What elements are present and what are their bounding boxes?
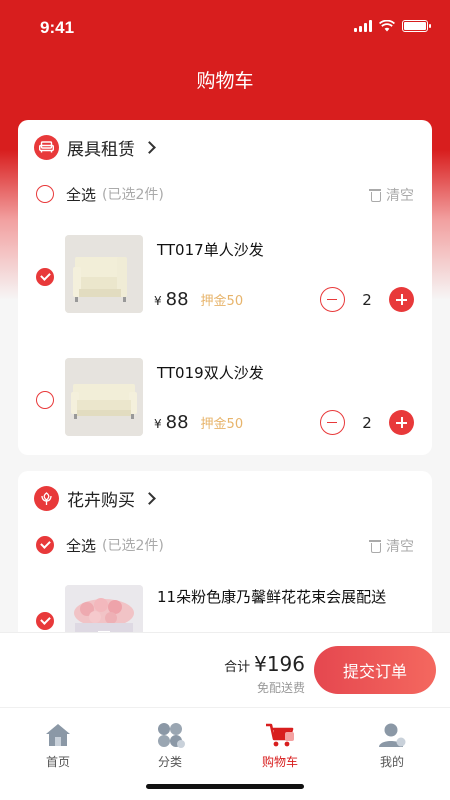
trash-icon bbox=[369, 539, 381, 553]
product-image[interactable] bbox=[65, 358, 143, 436]
order-total: 合计 ¥196 bbox=[224, 652, 305, 676]
select-all-checkbox[interactable] bbox=[36, 185, 54, 203]
plus-icon[interactable] bbox=[389, 410, 414, 435]
home-indicator bbox=[146, 784, 304, 789]
currency-symbol: ¥ bbox=[154, 294, 162, 308]
sofa-store-icon bbox=[34, 134, 59, 160]
total-value: ¥196 bbox=[254, 652, 305, 676]
tab-category[interactable]: 分类 bbox=[114, 722, 226, 770]
cart-item: TT019双人沙发 ¥ 88 押金50 2 bbox=[18, 358, 432, 455]
profile-icon bbox=[377, 722, 407, 748]
tab-profile[interactable]: 我的 bbox=[336, 722, 448, 770]
wifi-icon bbox=[379, 20, 395, 32]
store-card-flower-purchase: 花卉购买 全选 (已选2件) 清空 11朵粉色康乃馨鲜花花束会展配送 bbox=[18, 471, 432, 641]
status-bar: 9:41 bbox=[0, 0, 450, 60]
category-icon bbox=[155, 722, 185, 748]
clear-label: 清空 bbox=[386, 539, 414, 555]
minus-icon[interactable] bbox=[320, 410, 345, 435]
submit-order-button[interactable]: 提交订单 bbox=[314, 646, 436, 694]
price: ¥ 88 押金50 bbox=[154, 289, 243, 310]
selected-count: (已选2件) bbox=[102, 187, 164, 203]
signal-icon bbox=[354, 20, 372, 32]
select-all-checkbox[interactable] bbox=[36, 536, 54, 554]
tab-label: 分类 bbox=[157, 755, 182, 769]
price: ¥ 88 押金50 bbox=[154, 412, 243, 433]
shipping-note: 免配送费 bbox=[256, 681, 305, 695]
plus-icon[interactable] bbox=[389, 287, 414, 312]
select-all-label: 全选 bbox=[66, 185, 97, 204]
tab-label: 购物车 bbox=[261, 755, 298, 769]
cart-item: TT017单人沙发 ¥ 88 押金50 2 bbox=[18, 235, 432, 335]
select-all-row: 全选 (已选2件) 清空 bbox=[18, 174, 432, 214]
quantity-stepper: 2 bbox=[320, 287, 414, 312]
store-name: 展具租赁 bbox=[67, 139, 135, 160]
page-title: 购物车 bbox=[196, 70, 254, 92]
total-label: 合计 bbox=[224, 660, 251, 675]
currency-symbol: ¥ bbox=[154, 417, 162, 431]
product-name[interactable]: TT017单人沙发 bbox=[157, 239, 264, 260]
store-header[interactable]: 展具租赁 bbox=[18, 120, 432, 174]
quantity-value: 2 bbox=[362, 413, 372, 432]
clear-label: 清空 bbox=[386, 188, 414, 204]
clear-button[interactable]: 清空 bbox=[369, 536, 414, 556]
trash-icon bbox=[369, 188, 381, 202]
store-header[interactable]: 花卉购买 bbox=[18, 471, 432, 525]
flower-store-icon bbox=[34, 485, 59, 511]
home-icon bbox=[43, 722, 73, 748]
price-value: 88 bbox=[165, 289, 189, 310]
tab-label: 首页 bbox=[45, 755, 70, 769]
product-name[interactable]: 11朵粉色康乃馨鲜花花束会展配送 bbox=[157, 586, 386, 607]
store-card-exhibition-rental: 展具租赁 全选 (已选2件) 清空 TT017单人沙发 ¥ 88 押金50 2 … bbox=[18, 120, 432, 455]
status-icons bbox=[354, 20, 431, 32]
product-name[interactable]: TT019双人沙发 bbox=[157, 362, 264, 383]
chevron-right-icon bbox=[143, 491, 156, 505]
status-time: 9:41 bbox=[40, 18, 75, 37]
cart-icon bbox=[265, 722, 295, 748]
item-checkbox[interactable] bbox=[36, 391, 54, 409]
tab-home[interactable]: 首页 bbox=[2, 722, 114, 770]
clear-button[interactable]: 清空 bbox=[369, 185, 414, 205]
quantity-value: 2 bbox=[362, 290, 372, 309]
quantity-stepper: 2 bbox=[320, 410, 414, 435]
tab-label: 我的 bbox=[379, 755, 404, 769]
minus-icon[interactable] bbox=[320, 287, 345, 312]
deposit-label: 押金50 bbox=[200, 294, 244, 309]
select-all-row: 全选 (已选2件) 清空 bbox=[18, 525, 432, 565]
deposit-label: 押金50 bbox=[200, 417, 244, 432]
checkout-bar: 合计 ¥196 免配送费 提交订单 bbox=[0, 632, 450, 707]
tab-cart[interactable]: 购物车 bbox=[224, 722, 336, 770]
product-image[interactable] bbox=[65, 235, 143, 313]
select-all-label: 全选 bbox=[66, 536, 97, 555]
price-value: 88 bbox=[165, 412, 189, 433]
store-name: 花卉购买 bbox=[67, 490, 135, 511]
item-checkbox[interactable] bbox=[36, 612, 54, 630]
battery-icon bbox=[402, 20, 431, 32]
item-checkbox[interactable] bbox=[36, 268, 54, 286]
selected-count: (已选2件) bbox=[102, 538, 164, 554]
chevron-right-icon bbox=[143, 140, 156, 154]
